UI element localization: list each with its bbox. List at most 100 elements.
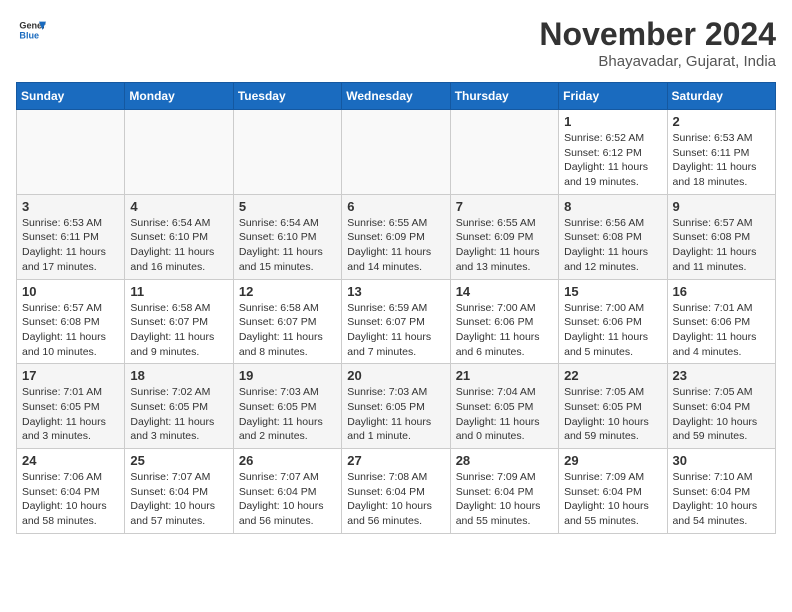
table-cell: 21 Sunrise: 7:04 AM Sunset: 6:05 PM Dayli…	[450, 364, 558, 449]
day-number: 26	[239, 453, 336, 468]
day-info: Sunrise: 6:56 AM Sunset: 6:08 PM Dayligh…	[564, 216, 661, 275]
day-info: Sunrise: 7:09 AM Sunset: 6:04 PM Dayligh…	[564, 470, 661, 529]
table-cell: 7Sunrise: 6:55 AM Sunset: 6:09 PM Daylig…	[450, 194, 558, 279]
table-cell: 20 Sunrise: 7:03 AM Sunset: 6:05 PM Dayli…	[342, 364, 450, 449]
day-info: Sunrise: 7:05 AM Sunset: 6:04 PM Dayligh…	[673, 385, 770, 444]
day-number: 18	[130, 368, 227, 383]
table-cell: 16 Sunrise: 7:01 AM Sunset: 6:06 PM Dayli…	[667, 279, 775, 364]
day-info: Sunrise: 7:09 AM Sunset: 6:04 PM Dayligh…	[456, 470, 553, 529]
day-info: Sunrise: 6:55 AM Sunset: 6:09 PM Dayligh…	[456, 216, 553, 275]
week-row-2: 3Sunrise: 6:53 AM Sunset: 6:11 PM Daylig…	[17, 194, 776, 279]
day-info: Sunrise: 6:54 AM Sunset: 6:10 PM Dayligh…	[130, 216, 227, 275]
day-number: 8	[564, 199, 661, 214]
day-number: 21	[456, 368, 553, 383]
table-cell: 19 Sunrise: 7:03 AM Sunset: 6:05 PM Dayli…	[233, 364, 341, 449]
col-wednesday: Wednesday	[342, 83, 450, 110]
day-info: Sunrise: 7:05 AM Sunset: 6:05 PM Dayligh…	[564, 385, 661, 444]
table-cell	[342, 110, 450, 195]
table-cell: 15 Sunrise: 7:00 AM Sunset: 6:06 PM Dayli…	[559, 279, 667, 364]
table-cell: 9 Sunrise: 6:57 AM Sunset: 6:08 PM Daylig…	[667, 194, 775, 279]
day-info: Sunrise: 6:58 AM Sunset: 6:07 PM Dayligh…	[239, 301, 336, 360]
calendar-table: Sunday Monday Tuesday Wednesday Thursday…	[16, 82, 776, 534]
day-number: 25	[130, 453, 227, 468]
table-cell: 30Sunrise: 7:10 AM Sunset: 6:04 PM Dayli…	[667, 449, 775, 534]
day-number: 4	[130, 199, 227, 214]
table-cell: 17 Sunrise: 7:01 AM Sunset: 6:05 PM Dayli…	[17, 364, 125, 449]
table-cell	[17, 110, 125, 195]
table-cell	[450, 110, 558, 195]
day-number: 11	[130, 284, 227, 299]
table-cell: 25 Sunrise: 7:07 AM Sunset: 6:04 PM Dayli…	[125, 449, 233, 534]
col-friday: Friday	[559, 83, 667, 110]
week-row-1: 1 Sunrise: 6:52 AM Sunset: 6:12 PM Daylig…	[17, 110, 776, 195]
table-cell: 14 Sunrise: 7:00 AM Sunset: 6:06 PM Dayli…	[450, 279, 558, 364]
table-cell: 5 Sunrise: 6:54 AM Sunset: 6:10 PM Daylig…	[233, 194, 341, 279]
day-info: Sunrise: 7:01 AM Sunset: 6:06 PM Dayligh…	[673, 301, 770, 360]
day-info: Sunrise: 6:54 AM Sunset: 6:10 PM Dayligh…	[239, 216, 336, 275]
day-number: 23	[673, 368, 770, 383]
table-cell: 23 Sunrise: 7:05 AM Sunset: 6:04 PM Dayli…	[667, 364, 775, 449]
day-info: Sunrise: 6:57 AM Sunset: 6:08 PM Dayligh…	[22, 301, 119, 360]
table-cell	[125, 110, 233, 195]
col-thursday: Thursday	[450, 83, 558, 110]
table-cell: 22Sunrise: 7:05 AM Sunset: 6:05 PM Dayli…	[559, 364, 667, 449]
day-info: Sunrise: 7:00 AM Sunset: 6:06 PM Dayligh…	[564, 301, 661, 360]
table-cell: 1 Sunrise: 6:52 AM Sunset: 6:12 PM Daylig…	[559, 110, 667, 195]
day-info: Sunrise: 7:08 AM Sunset: 6:04 PM Dayligh…	[347, 470, 444, 529]
day-number: 1	[564, 114, 661, 129]
day-number: 5	[239, 199, 336, 214]
day-info: Sunrise: 6:57 AM Sunset: 6:08 PM Dayligh…	[673, 216, 770, 275]
table-cell: 2 Sunrise: 6:53 AM Sunset: 6:11 PM Daylig…	[667, 110, 775, 195]
table-cell: 24 Sunrise: 7:06 AM Sunset: 6:04 PM Dayli…	[17, 449, 125, 534]
table-cell: 4 Sunrise: 6:54 AM Sunset: 6:10 PM Daylig…	[125, 194, 233, 279]
day-number: 15	[564, 284, 661, 299]
table-cell: 18Sunrise: 7:02 AM Sunset: 6:05 PM Dayli…	[125, 364, 233, 449]
day-number: 19	[239, 368, 336, 383]
day-info: Sunrise: 6:55 AM Sunset: 6:09 PM Dayligh…	[347, 216, 444, 275]
day-number: 12	[239, 284, 336, 299]
day-number: 24	[22, 453, 119, 468]
day-number: 10	[22, 284, 119, 299]
day-number: 16	[673, 284, 770, 299]
calendar-header-row: Sunday Monday Tuesday Wednesday Thursday…	[17, 83, 776, 110]
col-tuesday: Tuesday	[233, 83, 341, 110]
table-cell	[233, 110, 341, 195]
table-cell: 8 Sunrise: 6:56 AM Sunset: 6:08 PM Daylig…	[559, 194, 667, 279]
table-cell: 12 Sunrise: 6:58 AM Sunset: 6:07 PM Dayli…	[233, 279, 341, 364]
day-number: 13	[347, 284, 444, 299]
logo: General Blue	[16, 16, 46, 44]
day-number: 29	[564, 453, 661, 468]
week-row-3: 10 Sunrise: 6:57 AM Sunset: 6:08 PM Dayli…	[17, 279, 776, 364]
week-row-4: 17 Sunrise: 7:01 AM Sunset: 6:05 PM Dayli…	[17, 364, 776, 449]
day-info: Sunrise: 7:06 AM Sunset: 6:04 PM Dayligh…	[22, 470, 119, 529]
location: Bhayavadar, Gujarat, India	[539, 53, 776, 70]
table-cell: 27 Sunrise: 7:08 AM Sunset: 6:04 PM Dayli…	[342, 449, 450, 534]
day-info: Sunrise: 6:53 AM Sunset: 6:11 PM Dayligh…	[673, 131, 770, 190]
day-info: Sunrise: 7:00 AM Sunset: 6:06 PM Dayligh…	[456, 301, 553, 360]
table-cell: 13Sunrise: 6:59 AM Sunset: 6:07 PM Dayli…	[342, 279, 450, 364]
table-cell: 11 Sunrise: 6:58 AM Sunset: 6:07 PM Dayli…	[125, 279, 233, 364]
page-header: General Blue November 2024 Bhayavadar, G…	[16, 16, 776, 70]
day-info: Sunrise: 6:52 AM Sunset: 6:12 PM Dayligh…	[564, 131, 661, 190]
day-info: Sunrise: 6:58 AM Sunset: 6:07 PM Dayligh…	[130, 301, 227, 360]
day-number: 20	[347, 368, 444, 383]
day-number: 2	[673, 114, 770, 129]
day-number: 14	[456, 284, 553, 299]
day-info: Sunrise: 7:03 AM Sunset: 6:05 PM Dayligh…	[239, 385, 336, 444]
table-cell: 29 Sunrise: 7:09 AM Sunset: 6:04 PM Dayli…	[559, 449, 667, 534]
day-number: 17	[22, 368, 119, 383]
title-block: November 2024 Bhayavadar, Gujarat, India	[539, 16, 776, 70]
day-info: Sunrise: 7:04 AM Sunset: 6:05 PM Dayligh…	[456, 385, 553, 444]
day-number: 3	[22, 199, 119, 214]
day-info: Sunrise: 7:01 AM Sunset: 6:05 PM Dayligh…	[22, 385, 119, 444]
day-number: 27	[347, 453, 444, 468]
day-info: Sunrise: 7:03 AM Sunset: 6:05 PM Dayligh…	[347, 385, 444, 444]
logo-icon: General Blue	[18, 16, 46, 44]
day-info: Sunrise: 7:07 AM Sunset: 6:04 PM Dayligh…	[130, 470, 227, 529]
col-monday: Monday	[125, 83, 233, 110]
day-number: 6	[347, 199, 444, 214]
day-number: 28	[456, 453, 553, 468]
day-info: Sunrise: 7:10 AM Sunset: 6:04 PM Dayligh…	[673, 470, 770, 529]
table-cell: 26Sunrise: 7:07 AM Sunset: 6:04 PM Dayli…	[233, 449, 341, 534]
day-number: 9	[673, 199, 770, 214]
